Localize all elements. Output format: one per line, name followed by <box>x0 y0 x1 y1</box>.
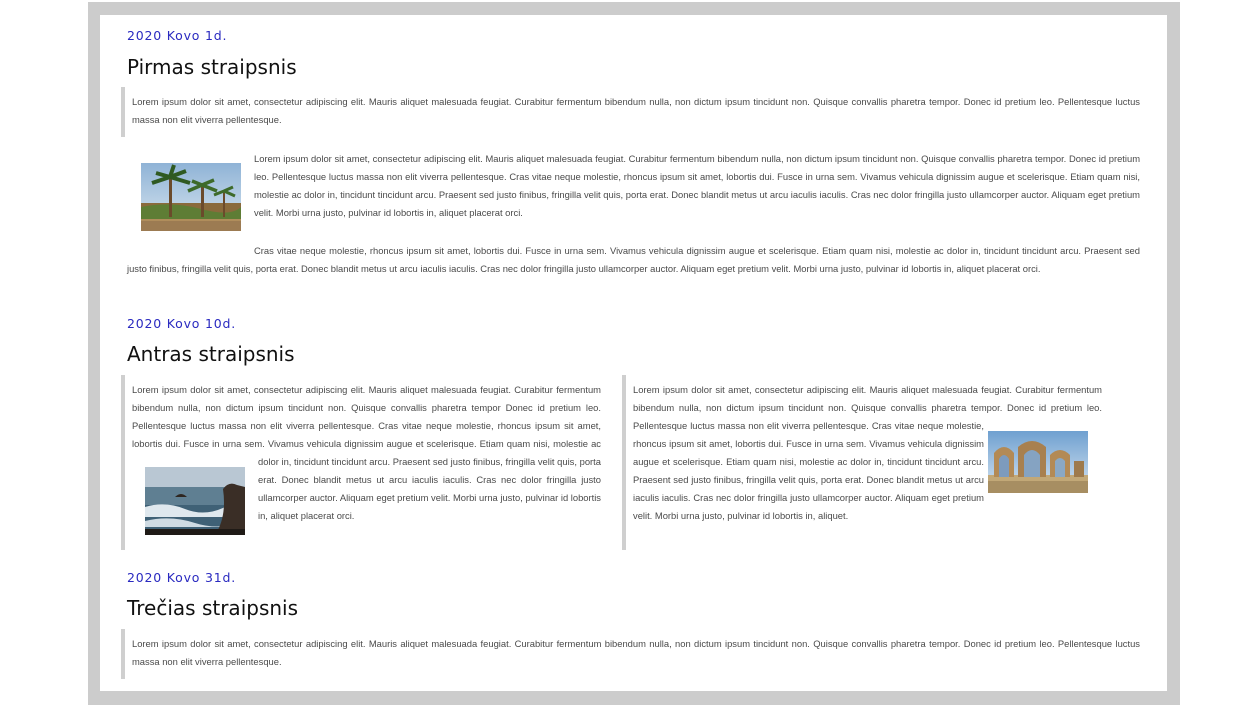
article-1-date: 2020 Kovo 1d. <box>127 28 228 43</box>
article-1-quote: Lorem ipsum dolor sit amet, consectetur … <box>121 87 1140 137</box>
palm-trees-photo <box>141 163 241 231</box>
article-1-paragraph-2-text: Cras vitae neque molestie, rhoncus ipsum… <box>127 245 1140 274</box>
article-3-quote-text: Lorem ipsum dolor sit amet, consectetur … <box>132 638 1140 667</box>
article-2-column-left-text: Lorem ipsum dolor sit amet, consectetur … <box>132 384 601 521</box>
article-3-date: 2020 Kovo 31d. <box>127 570 237 585</box>
article-1-paragraph-1-text: Lorem ipsum dolor sit amet, consectetur … <box>254 153 1140 218</box>
article-1-paragraph-2: Cras vitae neque molestie, rhoncus ipsum… <box>127 242 1140 278</box>
article-3-title: Trečias straipsnis <box>127 596 299 620</box>
article-2-column-right: Lorem ipsum dolor sit amet, consectetur … <box>622 375 1102 550</box>
article-3-quote: Lorem ipsum dolor sit amet, consectetur … <box>121 629 1140 679</box>
article-2-column-left: Lorem ipsum dolor sit amet, consectetur … <box>121 375 601 550</box>
article-2-title: Antras straipsnis <box>127 342 295 366</box>
article-1-paragraph-1: Lorem ipsum dolor sit amet, consectetur … <box>254 150 1140 222</box>
page-content: 2020 Kovo 1d. Pirmas straipsnis Lorem ip… <box>100 15 1167 691</box>
article-1-quote-text: Lorem ipsum dolor sit amet, consectetur … <box>132 96 1140 125</box>
stone-ruins-photo <box>988 431 1088 493</box>
article-1-title: Pirmas straipsnis <box>127 55 297 79</box>
article-2-date: 2020 Kovo 10d. <box>127 316 237 331</box>
